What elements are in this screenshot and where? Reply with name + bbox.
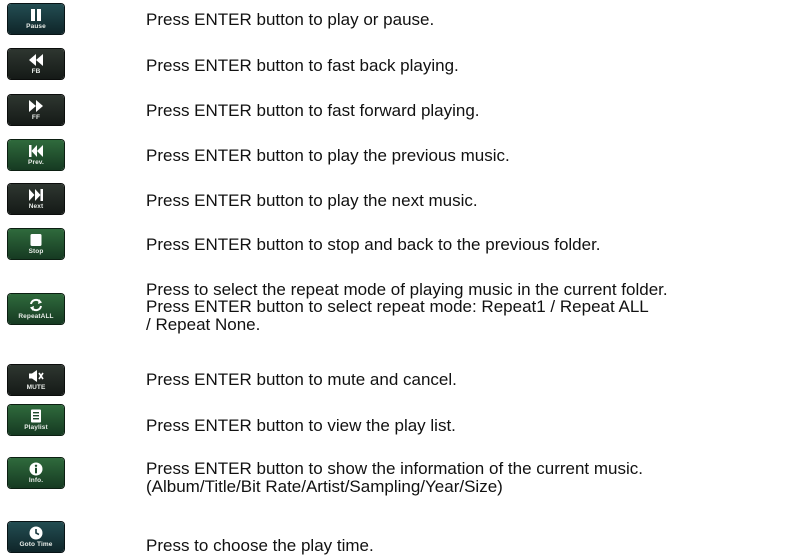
description-line: Press ENTER button to play the previous … xyxy=(146,146,510,165)
description-line: Press ENTER button to select repeat mode… xyxy=(146,297,649,316)
mute-button[interactable]: MUTE xyxy=(8,365,64,395)
previous-button[interactable]: Prev. xyxy=(8,140,64,170)
description-line: Press ENTER button to stop and back to t… xyxy=(146,235,601,254)
pause-icon xyxy=(27,8,45,22)
goto-time-button[interactable]: Goto Time xyxy=(8,522,64,552)
playlist-icon xyxy=(27,409,45,423)
description-line: Press ENTER button to view the play list… xyxy=(146,416,456,435)
info-icon xyxy=(27,462,45,476)
mute-icon xyxy=(27,369,45,383)
button-label: FB xyxy=(31,68,41,75)
playlist-button[interactable]: Playlist xyxy=(8,405,64,435)
button-label: FF xyxy=(31,114,41,121)
description-line: Press ENTER button to play the next musi… xyxy=(146,191,478,210)
button-label: Prev. xyxy=(28,159,44,166)
fast-back-button[interactable]: FB xyxy=(8,49,64,79)
info-button[interactable]: Info. xyxy=(8,458,64,488)
button-label: Info. xyxy=(28,477,44,484)
button-label: Next xyxy=(28,203,44,210)
description-line: / Repeat None. xyxy=(146,315,261,334)
fast-back-icon xyxy=(27,53,45,67)
stop-button[interactable]: Stop xyxy=(8,229,64,259)
clock-icon xyxy=(27,526,45,540)
description-line: Press to choose the play time. xyxy=(146,536,374,555)
button-label: Goto Time xyxy=(19,541,53,548)
button-label: RepeatALL xyxy=(18,313,54,320)
description-line: Press to select the repeat mode of playi… xyxy=(146,280,668,299)
description-line: Press ENTER button to show the informati… xyxy=(146,459,643,478)
description-line: Press ENTER button to fast back playing. xyxy=(146,56,459,75)
button-label: Playlist xyxy=(24,424,48,431)
stop-icon xyxy=(27,233,45,247)
next-button[interactable]: Next xyxy=(8,184,64,214)
button-label: Stop xyxy=(28,248,44,255)
description-line: Press ENTER button to play or pause. xyxy=(146,10,435,29)
pause-button[interactable]: Pause xyxy=(8,4,64,34)
next-track-icon xyxy=(27,188,45,202)
fast-forward-icon xyxy=(27,99,45,113)
repeat-icon xyxy=(27,298,45,312)
button-label: MUTE xyxy=(26,384,46,391)
fast-forward-button[interactable]: FF xyxy=(8,95,64,125)
description-line: Press ENTER button to mute and cancel. xyxy=(146,370,457,389)
repeat-button[interactable]: RepeatALL xyxy=(8,294,64,324)
button-label: Pause xyxy=(26,23,46,30)
previous-track-icon xyxy=(27,144,45,158)
description-line: (Album/Title/Bit Rate/Artist/Sampling/Ye… xyxy=(146,477,503,496)
description-line: Press ENTER button to fast forward playi… xyxy=(146,101,480,120)
